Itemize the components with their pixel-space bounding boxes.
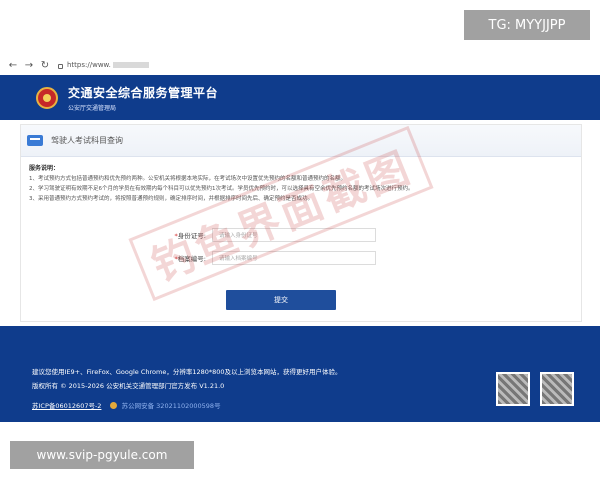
card-icon: [27, 135, 43, 146]
url-field[interactable]: https://www.: [58, 61, 149, 69]
browser-advice: 建议您使用IE9+、FireFox、Google Chrome，分辨率1280*…: [32, 368, 342, 376]
section-title: 驾驶人考试科目查询: [51, 136, 123, 145]
site-header: 交通安全综合服务管理平台 公安厅交通管理局: [0, 75, 600, 120]
tg-watermark-badge: TG: MYYJJPP: [464, 10, 590, 40]
url-redacted: [112, 62, 149, 68]
police-badge-icon: [109, 402, 117, 409]
reload-icon[interactable]: ↻: [38, 58, 52, 72]
qr-code-icon: [540, 372, 574, 406]
police-emblem-icon: [36, 86, 58, 109]
qr-code-icon: [496, 372, 530, 406]
lock-icon: [58, 63, 63, 69]
back-arrow-icon[interactable]: ←: [6, 58, 20, 72]
section-header: 驾驶人考试科目查询: [21, 125, 581, 157]
submit-button[interactable]: 提交: [226, 290, 336, 310]
psb-link[interactable]: 苏公网安备 32021102000598号: [122, 402, 221, 410]
site-footer: 建议您使用IE9+、FireFox、Google Chrome，分辨率1280*…: [0, 326, 600, 422]
record-info: 苏ICP备06012607号-2 苏公网安备 32021102000598号: [32, 400, 221, 410]
icp-link[interactable]: 苏ICP备06012607号-2: [32, 402, 101, 410]
site-title: 交通安全综合服务管理平台: [68, 85, 219, 100]
url-text: https://www.: [67, 61, 111, 69]
site-watermark-badge: www.svip-pgyule.com: [10, 441, 194, 469]
copyright: 版权所有 © 2015-2026 公安机关交通管理部门官方发布 V1.21.0: [32, 382, 225, 390]
browser-address-bar: ← → ↻ https://www.: [0, 55, 600, 75]
site-subtitle: 公安厅交通管理局: [68, 104, 117, 112]
forward-arrow-icon[interactable]: →: [22, 58, 36, 72]
